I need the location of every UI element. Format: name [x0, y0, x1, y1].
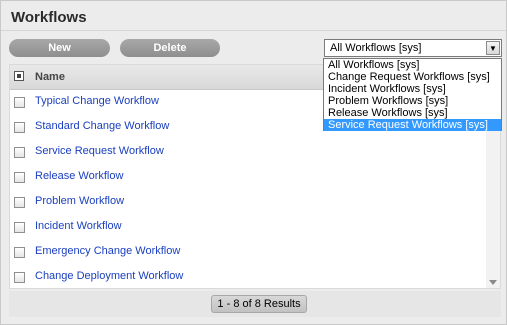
workflow-link[interactable]: Problem Workflow [35, 195, 124, 207]
dropdown-option[interactable]: All Workflows [sys] [324, 59, 501, 71]
row-checkbox[interactable] [14, 247, 25, 258]
dropdown-option[interactable]: Release Workflows [sys] [324, 107, 501, 119]
select-all-checkbox[interactable] [14, 71, 24, 81]
results-count: 1 - 8 of 8 Results [211, 295, 307, 313]
new-button[interactable]: New [9, 39, 110, 57]
workflow-link[interactable]: Service Request Workflow [35, 145, 164, 157]
workflow-filter-select[interactable]: All Workflows [sys] ▼ [324, 39, 502, 57]
row-checkbox[interactable] [14, 222, 25, 233]
workflow-link[interactable]: Release Workflow [35, 170, 123, 182]
table-footer: 1 - 8 of 8 Results [9, 291, 501, 317]
workflows-panel: Workflows New Delete All Workflows [sys]… [0, 0, 507, 325]
dropdown-option-highlighted[interactable]: Service Request Workflows [sys] [324, 119, 501, 131]
table-row: Problem Workflow [10, 189, 486, 214]
row-checkbox[interactable] [14, 172, 25, 183]
dropdown-option[interactable]: Problem Workflows [sys] [324, 95, 501, 107]
scroll-down-icon[interactable] [489, 280, 497, 285]
table-row: Incident Workflow [10, 214, 486, 239]
workflow-link[interactable]: Change Deployment Workflow [35, 270, 183, 282]
workflow-link[interactable]: Emergency Change Workflow [35, 245, 180, 257]
row-checkbox[interactable] [14, 122, 25, 133]
workflow-link[interactable]: Typical Change Workflow [35, 95, 159, 107]
column-header-name[interactable]: Name [35, 71, 65, 83]
workflow-link[interactable]: Standard Change Workflow [35, 120, 169, 132]
filter-selected-value: All Workflows [sys] [330, 42, 422, 54]
row-checkbox[interactable] [14, 272, 25, 283]
dropdown-option[interactable]: Incident Workflows [sys] [324, 83, 501, 95]
chevron-down-icon[interactable]: ▼ [486, 41, 500, 55]
dropdown-option[interactable]: Change Request Workflows [sys] [324, 71, 501, 83]
table-row: Emergency Change Workflow [10, 239, 486, 264]
row-checkbox[interactable] [14, 197, 25, 208]
panel-title: Workflows [11, 9, 87, 26]
table-row: Service Request Workflow [10, 139, 486, 164]
filter-dropdown-list[interactable]: All Workflows [sys] Change Request Workf… [323, 58, 502, 131]
workflow-link[interactable]: Incident Workflow [35, 220, 122, 232]
table-row: Release Workflow [10, 164, 486, 189]
title-divider [1, 30, 506, 31]
delete-button[interactable]: Delete [120, 39, 220, 57]
row-checkbox[interactable] [14, 147, 25, 158]
table-row: Change Deployment Workflow [10, 264, 486, 288]
row-checkbox[interactable] [14, 97, 25, 108]
